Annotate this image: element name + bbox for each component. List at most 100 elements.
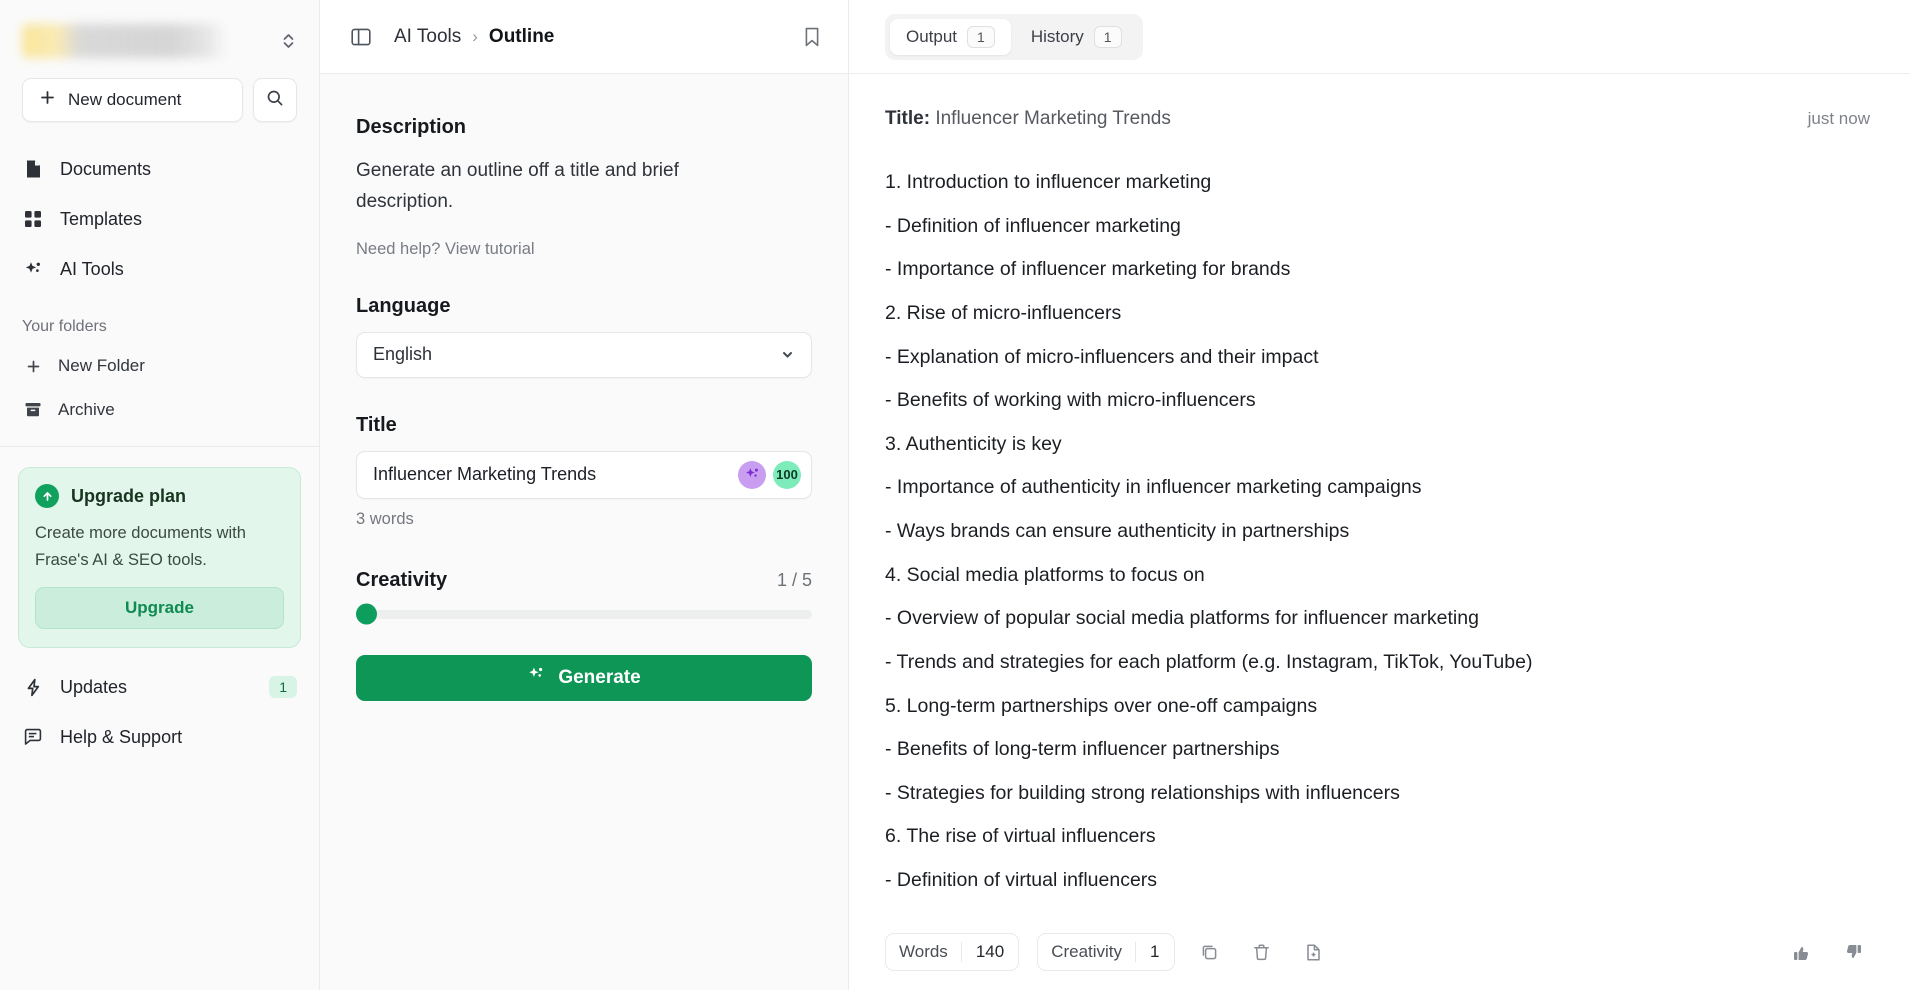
breadcrumb-root[interactable]: AI Tools: [394, 26, 461, 48]
tab-count: 1: [1093, 25, 1122, 48]
outline-line: - Ways brands can ensure authenticity in…: [885, 520, 1350, 542]
sidebar-toggle-icon[interactable]: [350, 26, 372, 48]
language-field: Language English: [356, 295, 812, 378]
tab-output[interactable]: Output 1: [890, 18, 1011, 55]
language-select[interactable]: English: [356, 331, 812, 378]
creativity-slider[interactable]: [356, 603, 812, 625]
outline-line: - Importance of authenticity in influenc…: [885, 476, 1422, 499]
upgrade-card-text: Create more documents with Frase's AI & …: [35, 524, 246, 569]
outline-line: - Benefits of long-term influencer partn…: [885, 738, 1280, 761]
output-title-prefix: Title:: [885, 108, 931, 129]
output-content: Title: Influencer Marketing Trends just …: [849, 74, 1910, 914]
title-input[interactable]: [373, 464, 738, 486]
title-field: Title 100 3 words: [356, 414, 812, 529]
output-tabs: Output 1 History 1: [885, 13, 1143, 60]
outline-line: 2. Rise of micro-influencers: [885, 301, 1122, 324]
output-panel: Output 1 History 1 Title: Influencer Mar…: [849, 0, 1910, 990]
language-label: Language: [356, 294, 451, 317]
title-score-badge: 100: [773, 460, 801, 489]
breadcrumb-current: Outline: [488, 25, 555, 47]
output-panel-header: Output 1 History 1: [849, 0, 1910, 74]
chat-icon: [22, 728, 44, 746]
sidebar-item-label: Documents: [60, 158, 152, 179]
chevron-right-icon: ›: [472, 26, 478, 46]
outline-line: - Trends and strategies for each platfor…: [885, 650, 1533, 673]
title-label: Title: [356, 413, 397, 436]
thumbs-down-icon[interactable]: [1836, 935, 1870, 969]
chevron-up-down-icon[interactable]: [277, 28, 299, 54]
sidebar-item-templates[interactable]: Templates: [0, 194, 319, 244]
generate-button[interactable]: Generate: [356, 654, 812, 701]
outline-line: - Potential benefits for brands in worki…: [885, 910, 1870, 914]
sidebar-item-label: Help & Support: [60, 726, 183, 747]
sidebar-item-archive[interactable]: Archive: [0, 388, 319, 432]
sidebar: New document Documents Templates AI Tool…: [0, 0, 320, 990]
outline-line: - Definition of influencer marketing: [885, 214, 1181, 237]
outline-line: 3. Authenticity is key: [885, 432, 1062, 455]
sidebar-nav: Documents Templates AI Tools: [0, 144, 319, 294]
creativity-label: Creativity: [356, 568, 448, 591]
creativity-chip-key: Creativity: [1051, 942, 1123, 961]
sidebar-item-ai-tools[interactable]: AI Tools: [0, 244, 319, 294]
outline-line: - Strategies for building strong relatio…: [885, 781, 1400, 804]
words-chip-value: 140: [975, 942, 1005, 961]
creativity-chip: Creativity 1: [1037, 933, 1175, 971]
trash-icon[interactable]: [1245, 935, 1279, 969]
tab-history[interactable]: History 1: [1015, 19, 1138, 55]
outline-text[interactable]: 1. Introduction to influencer marketing -…: [885, 168, 1870, 914]
sidebar-actions: New document: [0, 78, 319, 122]
document-icon: [22, 159, 44, 179]
creativity-header: Creativity 1 / 5: [356, 569, 812, 592]
upgrade-card-header: Upgrade plan: [35, 484, 284, 508]
creativity-chip-value: 1: [1150, 942, 1160, 961]
sparkles-icon[interactable]: [738, 460, 766, 489]
workspace-switcher[interactable]: [0, 0, 319, 82]
upgrade-button[interactable]: Upgrade: [35, 587, 284, 630]
grid-icon: [22, 210, 44, 228]
tool-config-panel: AI Tools › Outline Description Generate …: [320, 0, 849, 990]
plus-icon: [39, 89, 56, 111]
outline-line: - Importance of influencer marketing for…: [885, 258, 1291, 281]
sidebar-item-help-support[interactable]: Help & Support: [0, 712, 319, 762]
thumbs-up-icon[interactable]: [1784, 935, 1818, 969]
output-title-value: Influencer Marketing Trends: [935, 108, 1171, 129]
sidebar-item-label: Updates: [60, 676, 128, 697]
sidebar-item-documents[interactable]: Documents: [0, 144, 319, 194]
outline-line: - Explanation of micro-influencers and t…: [885, 345, 1319, 368]
tool-panel-header: AI Tools › Outline: [320, 0, 848, 74]
updates-badge: 1: [269, 676, 297, 699]
feedback-actions: [1784, 935, 1870, 969]
sidebar-item-label: AI Tools: [60, 258, 124, 279]
new-folder-button[interactable]: New Folder: [0, 344, 319, 388]
outline-line: 6. The rise of virtual influencers: [885, 825, 1156, 848]
search-button[interactable]: [253, 78, 297, 122]
workspace-name-blurred: [22, 24, 267, 58]
new-document-icon[interactable]: [1297, 935, 1331, 969]
sidebar-item-updates[interactable]: Updates 1: [0, 662, 319, 712]
words-chip-key: Words: [899, 942, 948, 961]
upgrade-plan-card: Upgrade plan Create more documents with …: [18, 467, 301, 649]
copy-icon[interactable]: [1193, 935, 1227, 969]
outline-line: 5. Long-term partnerships over one-off c…: [885, 694, 1318, 717]
archive-label: Archive: [58, 400, 115, 419]
language-selected-value: English: [373, 344, 433, 365]
tab-count: 1: [967, 25, 995, 48]
bookmark-icon[interactable]: [802, 26, 822, 48]
breadcrumb: AI Tools › Outline: [394, 26, 554, 48]
words-chip: Words 140: [885, 933, 1020, 971]
plus-icon: [22, 359, 44, 374]
tab-label: History: [1030, 26, 1084, 46]
new-document-button[interactable]: New document: [22, 78, 243, 122]
sparkles-icon: [527, 665, 546, 690]
app-root: New document Documents Templates AI Tool…: [0, 0, 1910, 990]
new-folder-label: New Folder: [58, 356, 145, 375]
folders-section-label: Your folders: [22, 318, 107, 335]
output-footer-toolbar: Words 140 Creativity 1: [849, 914, 1910, 990]
search-icon: [266, 89, 284, 112]
sidebar-bottom-nav: Updates 1 Help & Support: [0, 662, 319, 762]
outline-line: - Definition of virtual influencers: [885, 869, 1158, 891]
creativity-slider-thumb[interactable]: [356, 603, 377, 625]
description-text: Generate an outline off a title and brie…: [356, 160, 679, 212]
view-tutorial-link[interactable]: Need help? View tutorial: [356, 240, 812, 259]
tool-panel-body: Description Generate an outline off a ti…: [320, 74, 848, 701]
